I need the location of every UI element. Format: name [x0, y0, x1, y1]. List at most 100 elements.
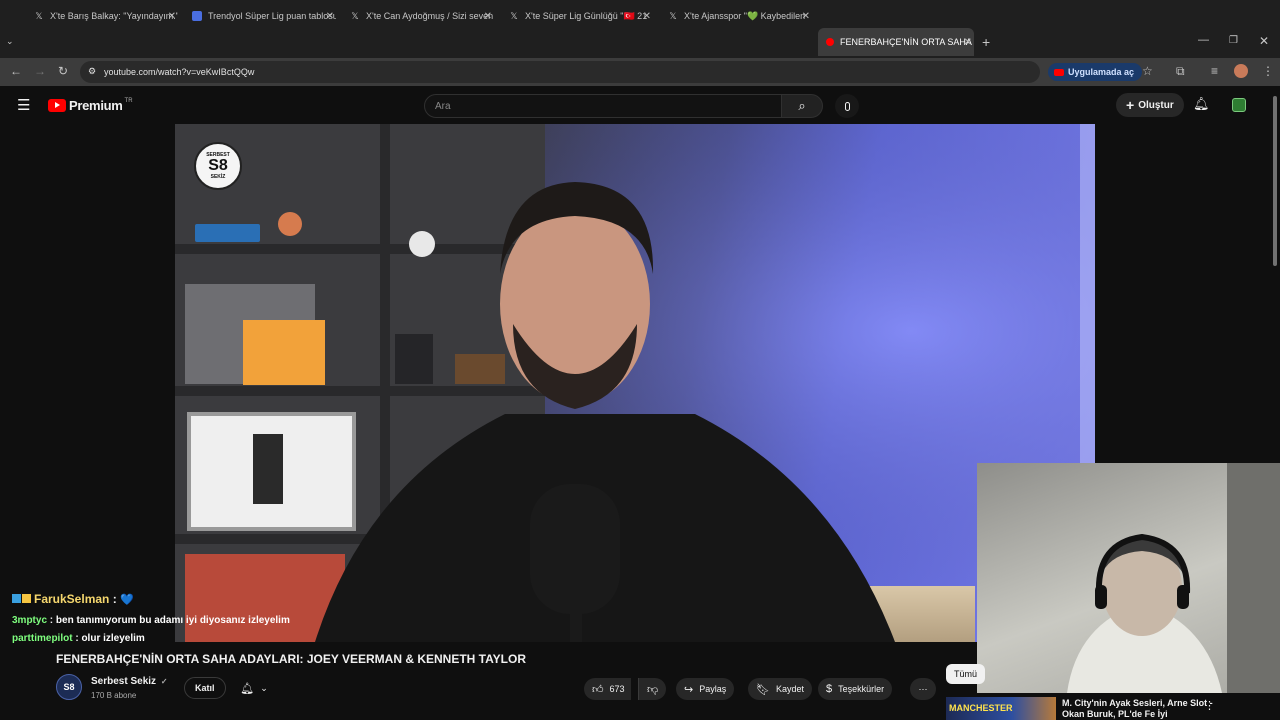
thanks-label: Teşekkürler: [838, 684, 885, 694]
video-player[interactable]: SERBEST S8 SEKİZ: [175, 124, 1095, 642]
channel-avatar[interactable]: S8: [56, 674, 82, 700]
voice-search-button[interactable]: [835, 94, 859, 118]
x-logo-icon: 𝕏: [351, 11, 359, 21]
tab-search-chevron-icon[interactable]: ⌄: [6, 36, 14, 47]
dislike-button[interactable]: 👎︎: [638, 678, 667, 700]
tab-title: X'te Ajansspor "💚 Kaybedilen: [684, 10, 806, 21]
browser-tab-4[interactable]: 𝕏 X'te Süper Lig Günlüğü "🇹🇷 21 ✕: [505, 4, 653, 28]
channel-name[interactable]: Serbest Sekiz ✓: [91, 676, 168, 687]
video-actions-row: S8 Serbest Sekiz ✓ 170 B abone Katıl 🔔︎ …: [56, 672, 976, 704]
close-icon[interactable]: ✕: [964, 37, 972, 48]
filter-chip-all[interactable]: Tümü: [946, 664, 986, 684]
profile-avatar[interactable]: [1234, 64, 1248, 78]
watermark-bottom-text: SEKİZ: [210, 174, 226, 180]
youtube-icon: [1054, 68, 1064, 76]
youtube-icon: [826, 38, 834, 46]
youtube-header: ☰ Premium TR Ara ⌕ + Oluştur 🔔︎: [0, 86, 1280, 124]
chat-message: 3mptyc : ben tanımıyorum bu adamı iyi di…: [12, 615, 290, 626]
chat-text: ben tanımıyorum bu adamı iyi diyosanız i…: [55, 615, 290, 626]
close-icon[interactable]: ✕: [168, 11, 176, 22]
chat-badge-icon: [12, 594, 21, 603]
recommended-thumbnail: MANCHESTER: [946, 697, 1056, 720]
close-icon[interactable]: ✕: [802, 11, 810, 22]
url-field[interactable]: ⚙ youtube.com/watch?v=veKwIBctQQw: [80, 61, 1040, 83]
share-button[interactable]: ↪ Paylaş: [676, 678, 735, 700]
save-button[interactable]: 🔖︎ Kaydet: [748, 678, 812, 700]
more-vertical-icon[interactable]: ⋮: [1204, 699, 1215, 712]
webcam-frame: [1067, 463, 1280, 693]
video-frame: [175, 124, 1095, 642]
minimize-icon[interactable]: —: [1198, 34, 1209, 46]
browser-tab-bar: ⌄ 𝕏 X'te Barış Balkay: "Yayındayım." ✕ T…: [0, 0, 1280, 58]
forward-icon[interactable]: →: [34, 64, 46, 78]
search-button[interactable]: ⌕: [781, 94, 823, 118]
scrollbar-thumb[interactable]: [1273, 96, 1277, 266]
chat-overlay: FarukSelman : 💙 3mptyc : ben tanımıyorum…: [12, 592, 312, 646]
chat-message: FarukSelman : 💙: [12, 592, 312, 608]
recommended-video[interactable]: MANCHESTER M. City'nin Ayak Sesleri, Arn…: [946, 697, 1272, 720]
chevron-down-icon: ⌄: [260, 682, 268, 693]
tab-title: X'te Barış Balkay: "Yayındayım.": [50, 11, 178, 21]
create-label: Oluştur: [1138, 99, 1174, 111]
chat-username: parttimepilot: [12, 633, 73, 644]
browser-tab-1[interactable]: 𝕏 X'te Barış Balkay: "Yayındayım." ✕: [30, 4, 178, 28]
new-tab-icon[interactable]: +: [982, 34, 990, 50]
search-input[interactable]: Ara: [424, 94, 782, 118]
bookmark-star-icon[interactable]: ☆: [1142, 64, 1153, 78]
doc-icon: [192, 11, 202, 21]
url-text: youtube.com/watch?v=veKwIBctQQw: [104, 67, 255, 77]
subscribe-bell-button[interactable]: 🔔︎ ⌄: [228, 677, 280, 699]
video-title: FENERBAHÇE'NİN ORTA SAHA ADAYLARI: JOEY …: [56, 652, 527, 666]
country-badge: TR: [124, 97, 133, 104]
subscriber-count: 170 B abone: [91, 691, 137, 700]
x-logo-icon: 𝕏: [669, 11, 677, 21]
channel-watermark: SERBEST S8 SEKİZ: [194, 142, 242, 190]
more-actions-button[interactable]: ⋯: [910, 678, 936, 700]
thanks-button[interactable]: $ Teşekkürler: [818, 678, 893, 700]
x-logo-icon: 𝕏: [510, 11, 518, 21]
join-button[interactable]: Katıl: [184, 677, 226, 699]
address-bar: ← → ↻ ⚙ youtube.com/watch?v=veKwIBctQQw …: [0, 58, 1280, 86]
channel-name-text: Serbest Sekiz: [91, 676, 157, 687]
thumbnail-text: MANCHESTER: [949, 703, 1013, 713]
bell-icon: 🔔︎: [240, 682, 255, 695]
chat-username: 3mptyc: [12, 615, 48, 626]
join-label: Katıl: [195, 683, 215, 693]
browser-tab-3[interactable]: 𝕏 X'te Can Aydoğmuş / Sizi seven ✕: [346, 4, 494, 28]
chat-badge-icon: [22, 594, 31, 603]
account-avatar[interactable]: [1232, 98, 1246, 112]
like-button[interactable]: 👍︎ 673: [584, 678, 631, 700]
tab-title: Trendyol Süper Lig puan tablosu: [208, 11, 336, 21]
tab-title: FENERBAHÇE'NİN ORTA SAHA: [840, 37, 972, 47]
browser-tab-5[interactable]: 𝕏 X'te Ajansspor "💚 Kaybedilen ✕: [664, 4, 812, 28]
open-in-app-button[interactable]: Uygulamada aç: [1048, 63, 1143, 81]
share-label: Paylaş: [699, 684, 727, 694]
notifications-bell-icon[interactable]: 🔔︎: [1193, 96, 1210, 112]
tab-title: X'te Can Aydoğmuş / Sizi seven: [366, 11, 494, 21]
extensions-icon[interactable]: ⧉: [1176, 64, 1185, 79]
close-icon[interactable]: ✕: [326, 11, 334, 22]
close-icon[interactable]: ✕: [484, 11, 492, 22]
reload-icon[interactable]: ↻: [58, 64, 68, 78]
hamburger-menu-icon[interactable]: ☰: [17, 96, 30, 114]
microphone-icon: [844, 101, 850, 111]
webcam-overlay: [977, 463, 1280, 693]
site-settings-icon[interactable]: ⚙: [88, 66, 96, 77]
verified-icon: ✓: [160, 677, 168, 686]
chat-text: olur izleyelim: [81, 633, 145, 644]
media-icon[interactable]: ≡: [1211, 64, 1218, 78]
create-button[interactable]: + Oluştur: [1116, 93, 1184, 117]
restore-icon[interactable]: ❐: [1229, 35, 1238, 46]
browser-tab-active[interactable]: FENERBAHÇE'NİN ORTA SAHA ✕: [818, 28, 974, 56]
chat-text: 💙: [120, 594, 134, 606]
browser-menu-icon[interactable]: ⋮: [1262, 64, 1274, 78]
thumbs-up-icon: 👍︎: [592, 683, 604, 696]
back-icon[interactable]: ←: [10, 64, 22, 78]
close-icon[interactable]: ✕: [643, 11, 651, 22]
youtube-premium-logo[interactable]: Premium TR: [48, 98, 133, 113]
open-in-app-label: Uygulamada aç: [1068, 67, 1135, 77]
thumbs-down-icon: 👎︎: [647, 683, 659, 696]
share-icon: ↪: [684, 683, 694, 696]
window-close-icon[interactable]: ✕: [1259, 34, 1269, 48]
browser-tab-2[interactable]: Trendyol Süper Lig puan tablosu ✕: [188, 4, 336, 28]
